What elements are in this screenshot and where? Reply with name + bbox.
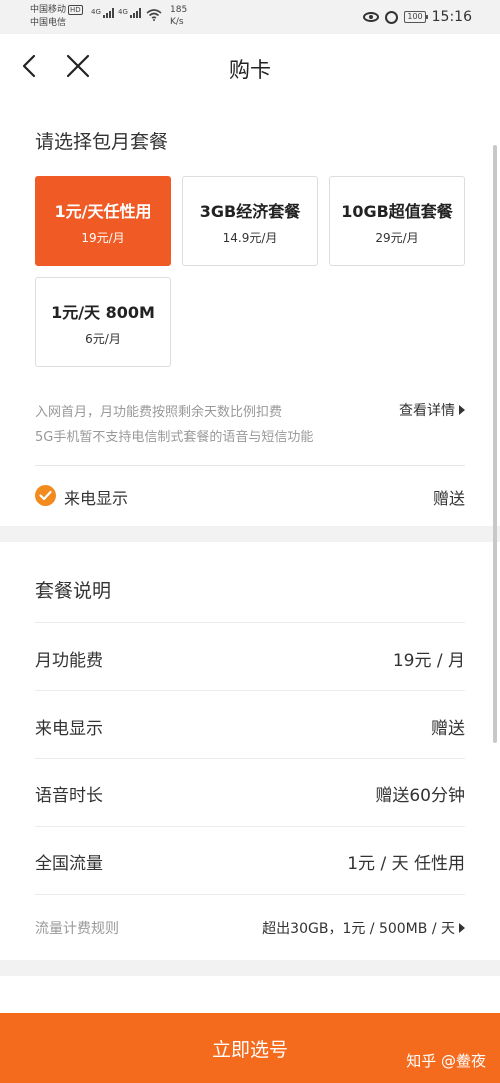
plan-note-2: 5G手机暂不支持电信制式套餐的语音与短信功能 [35, 430, 314, 445]
nav-header: 购卡 [0, 34, 500, 100]
caller-id-value: 赠送 [432, 489, 465, 508]
divider [35, 826, 465, 827]
row-label-monthly-fee: 月功能费 [35, 651, 103, 671]
plan-name: 10GB超值套餐 [341, 202, 453, 221]
description-title: 套餐说明 [35, 580, 112, 602]
plan-name: 1元/天 800M [51, 303, 155, 322]
row-value-voice-minutes: 赠送60分钟 [375, 786, 465, 806]
row-label-caller-id: 来电显示 [35, 719, 103, 739]
hd-badge: HD [68, 5, 83, 15]
carrier-2: 中国电信 [30, 18, 67, 28]
carrier-1: 中国移动 [30, 5, 67, 15]
divider [35, 758, 465, 759]
divider [35, 622, 465, 623]
status-bar: 中国移动 HD 中国电信 4G 4G 185 K/s 100 15:16 [0, 0, 500, 34]
view-details-label: 查看详情 [399, 403, 455, 419]
net-speed-unit: K/s [170, 17, 184, 27]
plan-card-4[interactable]: 1元/天 800M 6元/月 [35, 277, 171, 367]
plan-selection-section: 请选择包月套餐 1元/天任性用 19元/月 3GB经济套餐 14.9元/月 10… [0, 100, 500, 526]
signal-2-icon: 4G [118, 8, 142, 18]
caret-right-icon [459, 923, 465, 933]
plan-price: 14.9元/月 [222, 231, 278, 245]
net-speed-value: 185 [170, 5, 188, 15]
network-type-2: 4G [118, 8, 128, 16]
plan-price: 6元/月 [85, 332, 121, 346]
battery-icon: 100 [404, 11, 428, 23]
eye-comfort-icon [363, 12, 380, 22]
row-label-national-data: 全国流量 [35, 854, 103, 874]
caret-right-icon [459, 405, 465, 415]
plan-description-section: 套餐说明 月功能费 19元 / 月 来电显示 赠送 语音时长 赠送60分钟 全国… [0, 542, 500, 960]
signal-1-icon: 4G [91, 8, 115, 18]
alarm-icon [385, 10, 399, 24]
carrier-info: 中国移动 HD 中国电信 [30, 4, 83, 30]
page-title: 购卡 [229, 58, 271, 82]
plan-card-1[interactable]: 1元/天任性用 19元/月 [35, 176, 171, 266]
select-number-button[interactable]: 立即选号 知乎 @鲞夜 [0, 1013, 500, 1083]
plan-name: 1元/天任性用 [54, 202, 152, 221]
data-billing-rule-link[interactable]: 超出30GB，1元 / 500MB / 天 [262, 918, 465, 938]
plan-note-1: 入网首月，月功能费按照剩余天数比例扣费 [35, 405, 283, 420]
row-value-monthly-fee: 19元 / 月 [392, 651, 465, 671]
view-details-link[interactable]: 查看详情 [399, 400, 465, 420]
watermark: 知乎 @鲞夜 [406, 1052, 486, 1070]
next-section [0, 976, 500, 1016]
plan-card-2[interactable]: 3GB经济套餐 14.9元/月 [182, 176, 318, 266]
plan-price: 19元/月 [81, 231, 125, 245]
row-label-voice-minutes: 语音时长 [35, 786, 103, 806]
plan-price: 29元/月 [375, 231, 419, 245]
scrollbar[interactable] [493, 145, 497, 743]
plan-card-3[interactable]: 10GB超值套餐 29元/月 [329, 176, 465, 266]
row-value-caller-id: 赠送 [431, 719, 465, 739]
plan-section-title: 请选择包月套餐 [35, 131, 169, 153]
clock: 15:16 [431, 9, 472, 25]
network-type-1: 4G [91, 8, 101, 16]
wifi-icon [146, 9, 162, 21]
data-billing-rule-value: 超出30GB，1元 / 500MB / 天 [262, 921, 455, 937]
plan-name: 3GB经济套餐 [199, 202, 301, 221]
data-billing-rule-label: 流量计费规则 [35, 921, 119, 937]
divider [35, 690, 465, 691]
checkmark-icon[interactable] [35, 485, 56, 506]
row-value-national-data: 1元 / 天 任性用 [347, 854, 465, 874]
caller-id-label: 来电显示 [64, 489, 129, 508]
divider [35, 465, 465, 466]
divider [35, 894, 465, 895]
net-speed: 185 K/s [170, 4, 187, 28]
